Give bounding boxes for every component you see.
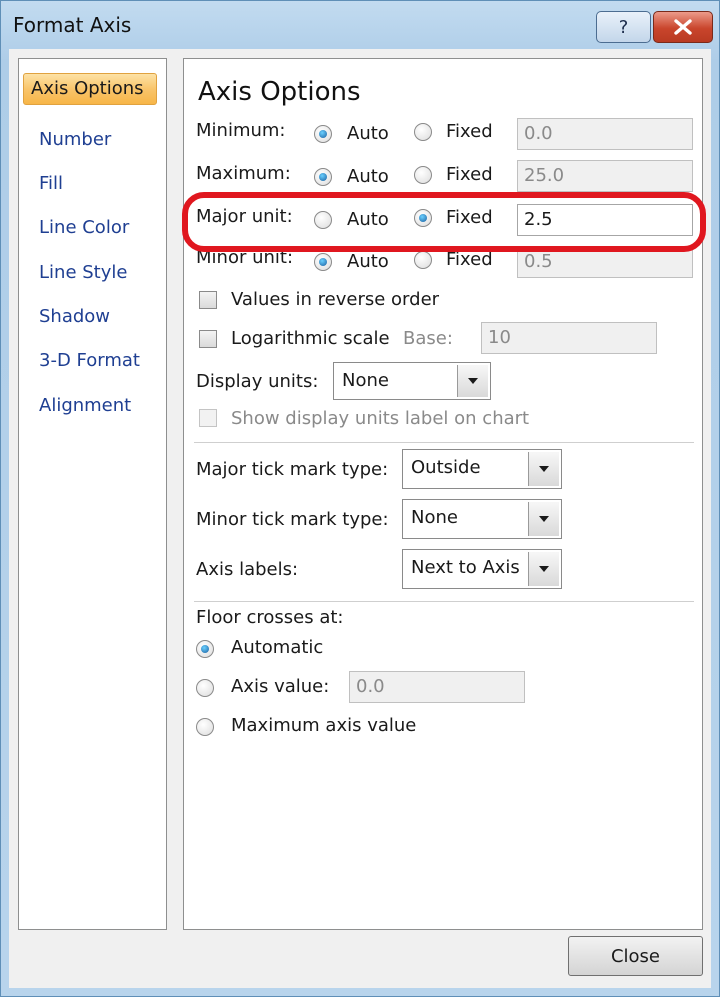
dropdown-arrow-icon (528, 552, 559, 586)
logarithmic-scale-checkbox[interactable] (199, 330, 217, 348)
minor-unit-fixed-radio[interactable] (414, 251, 432, 269)
dropdown-arrow-icon (528, 452, 559, 486)
log-base-label: Base: (403, 328, 453, 349)
log-base-field[interactable]: 10 (481, 322, 657, 354)
logarithmic-scale-label: Logarithmic scale (231, 328, 390, 349)
display-units-value: None (342, 370, 389, 391)
reverse-order-label: Values in reverse order (231, 289, 440, 310)
nav-line-color[interactable]: Line Color (31, 213, 137, 243)
floor-axis-value-field[interactable]: 0.0 (349, 671, 525, 703)
floor-axis-value-label: Axis value: (231, 676, 330, 697)
help-button[interactable]: ? (596, 11, 651, 43)
floor-crosses-label: Floor crosses at: (196, 607, 344, 628)
floor-maximum-label: Maximum axis value (231, 715, 417, 736)
close-x-icon (674, 19, 692, 35)
floor-automatic-radio[interactable] (196, 640, 214, 658)
nav-line-style[interactable]: Line Style (31, 258, 135, 288)
major-tick-value: Outside (411, 457, 481, 478)
minimum-auto-radio[interactable] (314, 125, 332, 143)
minimum-fixed-label: Fixed (446, 121, 493, 142)
major-tick-label: Major tick mark type: (196, 459, 389, 480)
title-bar[interactable]: Format Axis ? (1, 1, 719, 51)
floor-maximum-radio[interactable] (196, 718, 214, 736)
floor-axis-value-radio[interactable] (196, 679, 214, 697)
nav-axis-options[interactable]: Axis Options (23, 73, 157, 105)
dropdown-arrow-icon (528, 502, 559, 536)
minimum-label: Minimum: (196, 120, 286, 141)
nav-number[interactable]: Number (31, 125, 119, 155)
major-unit-highlight (182, 192, 706, 252)
minor-unit-fixed-label: Fixed (446, 249, 493, 270)
nav-shadow[interactable]: Shadow (31, 302, 118, 332)
divider (194, 601, 694, 602)
major-tick-dropdown[interactable]: Outside (402, 449, 562, 489)
close-button[interactable]: Close (568, 936, 703, 976)
maximum-value-field[interactable]: 25.0 (517, 160, 693, 192)
minor-unit-auto-radio[interactable] (314, 253, 332, 271)
minor-tick-label: Minor tick mark type: (196, 509, 389, 530)
minimum-fixed-radio[interactable] (414, 123, 432, 141)
divider (194, 442, 694, 443)
help-icon: ? (618, 16, 629, 38)
floor-automatic-label: Automatic (231, 637, 324, 658)
minor-tick-value: None (411, 507, 458, 528)
minimum-auto-label: Auto (347, 123, 389, 144)
nav-alignment[interactable]: Alignment (31, 391, 139, 421)
maximum-fixed-label: Fixed (446, 164, 493, 185)
nav-fill[interactable]: Fill (31, 169, 71, 199)
maximum-fixed-radio[interactable] (414, 166, 432, 184)
window-close-button[interactable] (653, 11, 713, 43)
axis-labels-value: Next to Axis (411, 557, 520, 578)
show-units-label: Show display units label on chart (231, 408, 530, 429)
axis-options-panel: Axis Options Minimum: Auto Fixed 0.0 Max… (182, 58, 706, 930)
show-units-checkbox[interactable] (199, 409, 217, 427)
format-axis-dialog: Format Axis ? Axis Options Number Fill L… (0, 0, 720, 997)
minor-unit-auto-label: Auto (347, 251, 389, 272)
reverse-order-checkbox[interactable] (199, 291, 217, 309)
window-title: Format Axis (13, 13, 132, 37)
dialog-client-area: Axis Options Number Fill Line Color Line… (9, 49, 711, 988)
axis-labels-dropdown[interactable]: Next to Axis (402, 549, 562, 589)
axis-labels-label: Axis labels: (196, 559, 299, 580)
panel-heading: Axis Options (198, 77, 361, 107)
category-list: Axis Options Number Fill Line Color Line… (18, 58, 167, 930)
display-units-label: Display units: (196, 371, 319, 392)
dropdown-arrow-icon (457, 365, 488, 397)
minor-tick-dropdown[interactable]: None (402, 499, 562, 539)
maximum-auto-radio[interactable] (314, 168, 332, 186)
maximum-auto-label: Auto (347, 166, 389, 187)
display-units-dropdown[interactable]: None (333, 362, 491, 400)
minimum-value-field[interactable]: 0.0 (517, 118, 693, 150)
nav-3d-format[interactable]: 3-D Format (31, 346, 148, 376)
maximum-label: Maximum: (196, 163, 291, 184)
